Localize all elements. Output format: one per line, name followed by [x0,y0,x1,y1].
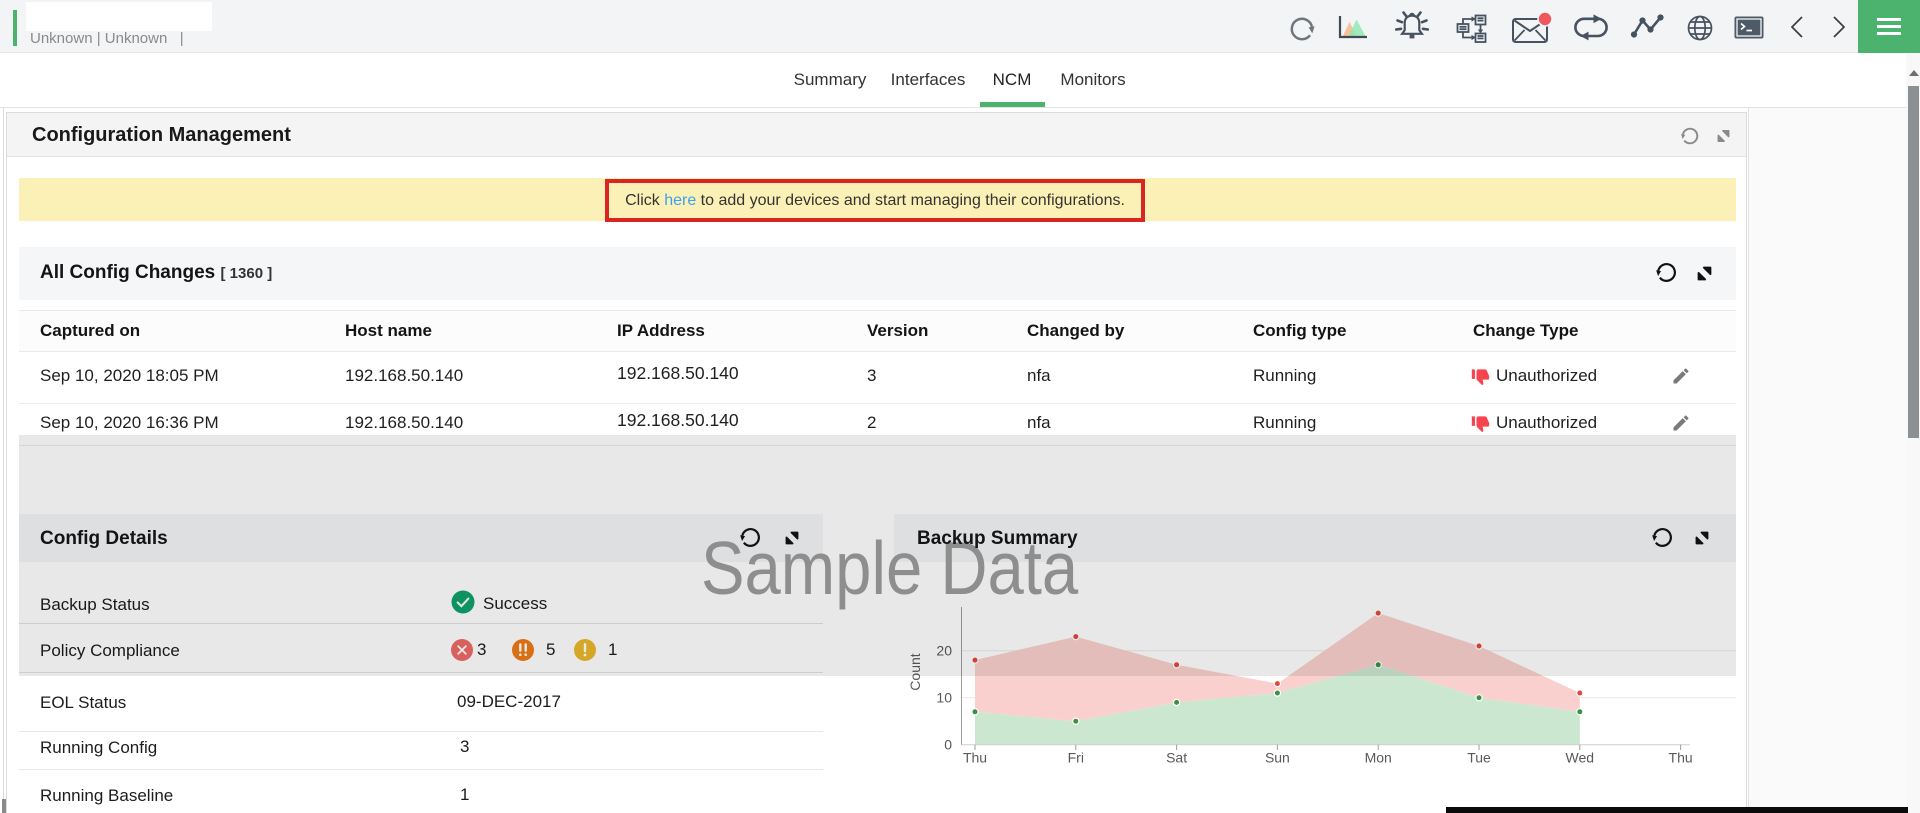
svg-text:10: 10 [936,690,952,706]
svg-text:Tue: Tue [1467,750,1491,766]
svg-text:Thu: Thu [1669,750,1693,766]
svg-text:Thu: Thu [963,750,987,766]
svg-text:Mon: Mon [1365,750,1392,766]
svg-text:Sun: Sun [1265,750,1290,766]
svg-text:Fri: Fri [1068,750,1084,766]
svg-text:Wed: Wed [1566,750,1595,766]
svg-text:Sat: Sat [1166,750,1187,766]
svg-text:0: 0 [944,737,952,753]
